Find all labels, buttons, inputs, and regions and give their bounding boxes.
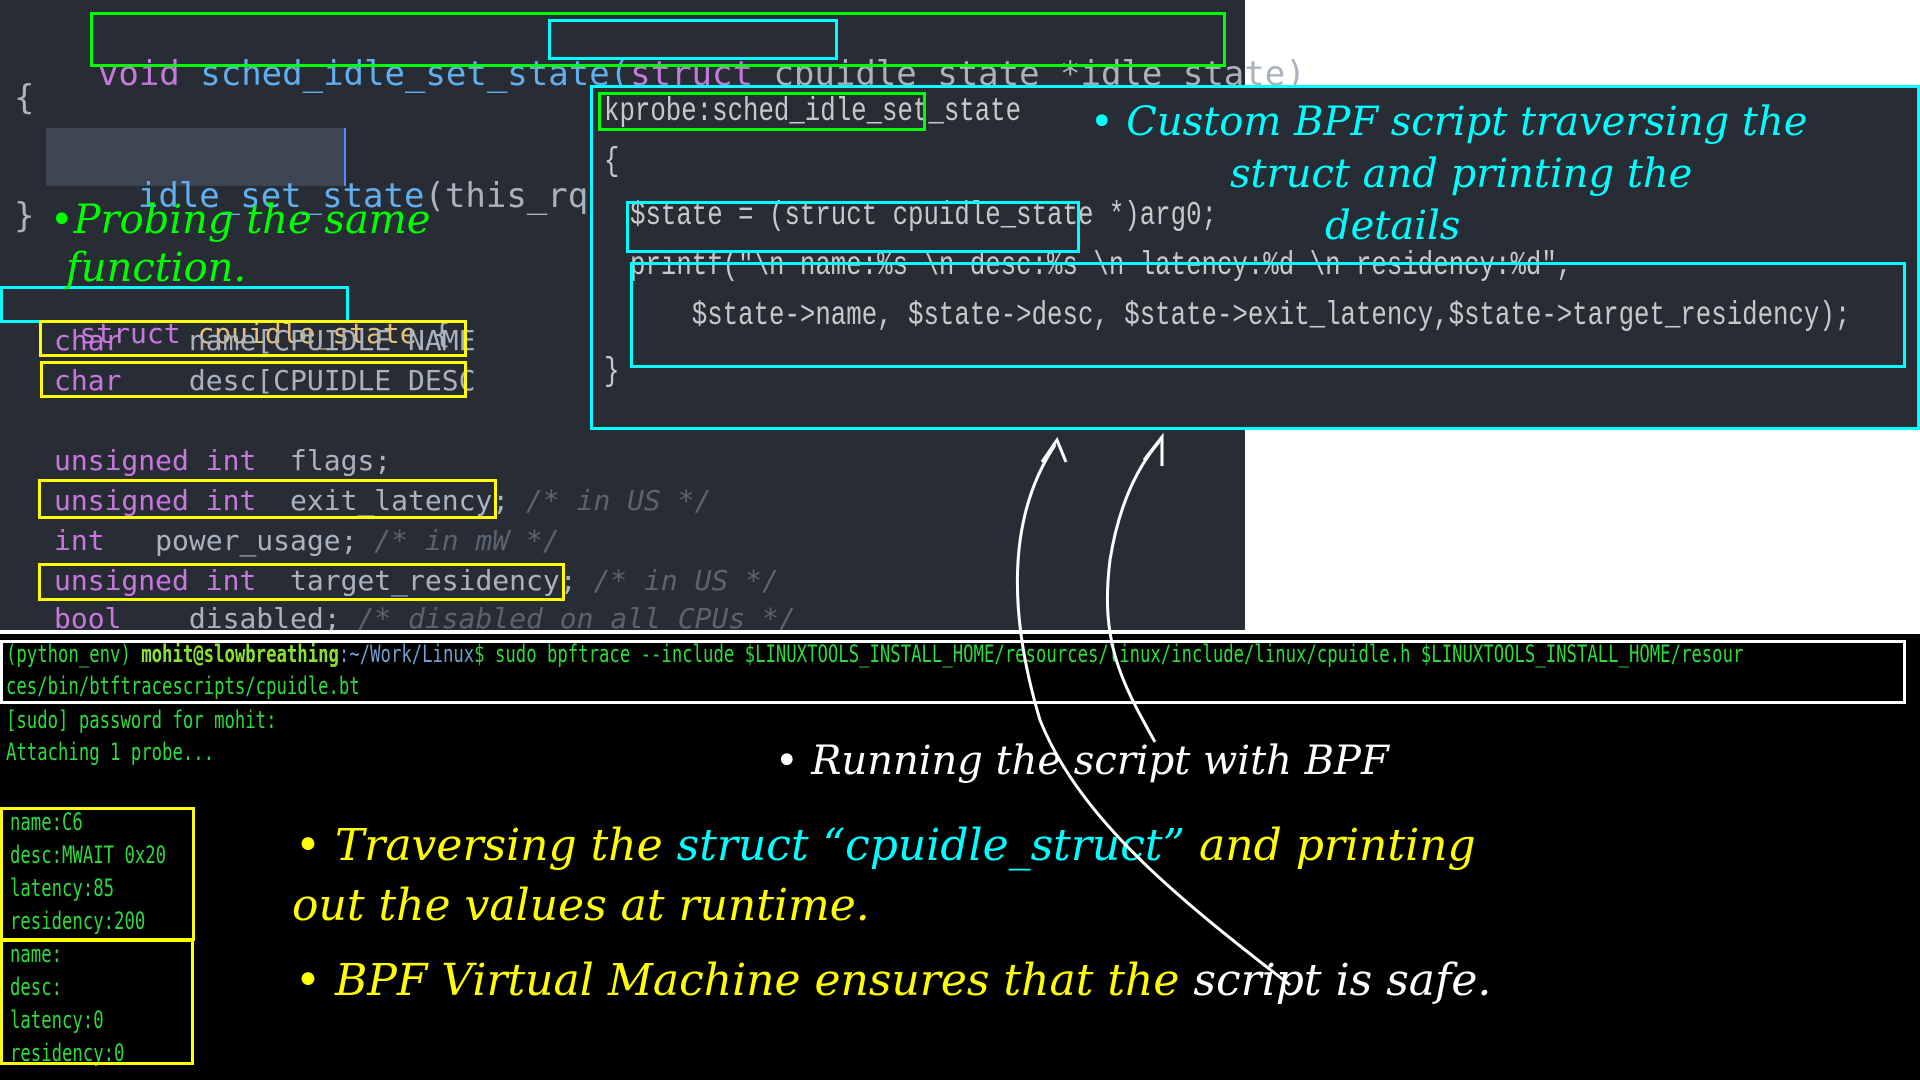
annotation-arrows: [1015, 432, 1291, 987]
arrow-curve-left: [1015, 444, 1291, 987]
arrow-head-left: [1040, 436, 1068, 463]
arrow-curve-right: [1105, 441, 1161, 743]
